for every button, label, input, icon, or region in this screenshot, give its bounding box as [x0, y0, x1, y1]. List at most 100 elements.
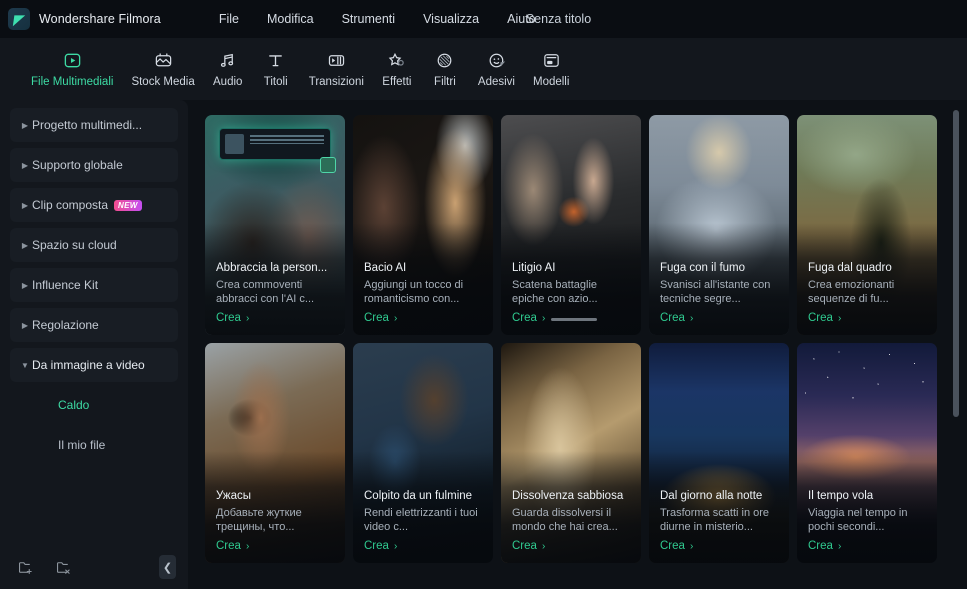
- card-create-label: Crea: [512, 540, 537, 552]
- card-title: Litigio AI: [512, 262, 556, 274]
- template-card[interactable]: Dissolvenza sabbiosa Guarda dissolversi …: [501, 343, 641, 563]
- media-play-frame-icon: [63, 48, 82, 72]
- app-title: Wondershare Filmora: [39, 12, 161, 26]
- toolbar-label: Adesivi: [477, 76, 515, 88]
- sidebar-item-da-immagine-a-video[interactable]: ▼ Da immagine a video: [10, 348, 178, 382]
- chevron-down-icon: ▼: [21, 360, 29, 370]
- sidebar-subitem-il-mio-file[interactable]: Il mio file: [10, 428, 178, 462]
- effects-star-icon: [387, 48, 406, 72]
- template-card[interactable]: Colpito da un fulmine Rendi elettrizzant…: [353, 343, 493, 563]
- sidebar-item-supporto-globale[interactable]: ▶ Supporto globale: [10, 148, 178, 182]
- card-text-block: Colpito da un fulmine Rendi elettrizzant…: [364, 490, 484, 552]
- card-grid-panel: Abbraccia la person... Crea commoventi a…: [188, 100, 967, 589]
- toolbar-label: Filtri: [434, 76, 456, 88]
- card-description: Svanisci all'istante con tecniche segre.…: [660, 279, 771, 305]
- template-card[interactable]: Il tempo vola Viaggia nel tempo in pochi…: [797, 343, 937, 563]
- card-text-block: Dissolvenza sabbiosa Guarda dissolversi …: [512, 490, 632, 552]
- card-text-block: Litigio AI Scatena battaglie epiche con …: [512, 262, 632, 324]
- toolbar-label: Transizioni: [308, 76, 364, 88]
- card-description: Crea commoventi abbracci con l'AI c...: [216, 279, 315, 305]
- sidebar-item-clip-composta[interactable]: ▶ Clip composta NEW: [10, 188, 178, 222]
- sidebar-item-label: Regolazione: [32, 318, 99, 332]
- sidebar-item-label: Spazio su cloud: [32, 238, 117, 252]
- filter-circle-icon: [435, 48, 454, 72]
- sidebar-item-influence-kit[interactable]: ▶ Influence Kit: [10, 268, 178, 302]
- template-card[interactable]: Fuga con il fumo Svanisci all'istante co…: [649, 115, 789, 335]
- toolbar-tab-stock-media[interactable]: Stock Media: [122, 45, 203, 88]
- card-title: Abbraccia la person...: [216, 262, 328, 274]
- title-bar: ◤ Wondershare Filmora File Modifica Stru…: [0, 0, 967, 38]
- card-title: Fuga con il fumo: [660, 262, 746, 274]
- scrollbar-thumb[interactable]: [953, 110, 959, 417]
- menu-item-aiuto[interactable]: Aiuto: [493, 8, 550, 30]
- toolbar-tab-effetti[interactable]: Effetti: [373, 45, 421, 88]
- card-create-label: Crea: [512, 312, 537, 324]
- music-note-icon: [218, 48, 237, 72]
- toolbar-tab-adesivi[interactable]: Adesivi: [469, 45, 524, 88]
- sidebar-collapse-button[interactable]: ❮: [159, 555, 176, 579]
- menu-item-strumenti[interactable]: Strumenti: [328, 8, 410, 30]
- card-text-block: Abbraccia la person... Crea commoventi a…: [216, 262, 336, 324]
- sidebar-item-label: Da immagine a video: [32, 358, 145, 372]
- chevron-right-icon: ›: [541, 540, 546, 552]
- card-text-block: Il tempo vola Viaggia nel tempo in pochi…: [808, 490, 928, 552]
- menu-item-visualizza[interactable]: Visualizza: [409, 8, 493, 30]
- chevron-right-icon: ▶: [21, 200, 29, 210]
- chevron-right-icon: ›: [837, 312, 842, 324]
- toolbar-label: Stock Media: [131, 76, 195, 88]
- toolbar-tab-transizioni[interactable]: Transizioni: [300, 45, 373, 88]
- toolbar-tab-modelli[interactable]: Modelli: [524, 45, 578, 88]
- sidebar-item-progetto-multimediale[interactable]: ▶ Progetto multimedi...: [10, 108, 178, 142]
- sidebar-list: ▶ Progetto multimedi... ▶ Supporto globa…: [0, 100, 188, 462]
- card-create-link[interactable]: Crea ›: [216, 312, 336, 324]
- card-create-link[interactable]: Crea ›: [216, 540, 336, 552]
- card-description: Crea emozionanti sequenze di fu...: [808, 279, 895, 305]
- toolbar-tab-titoli[interactable]: Titoli: [252, 45, 300, 88]
- card-description: Добавьте жуткие трещины, что...: [216, 507, 302, 533]
- card-create-link[interactable]: Crea ›: [512, 312, 632, 324]
- content-scrollbar[interactable]: [953, 110, 959, 579]
- folder-remove-icon[interactable]: [50, 554, 76, 580]
- templates-icon: [542, 48, 561, 72]
- template-card[interactable]: Fuga dal quadro Crea emozionanti sequenz…: [797, 115, 937, 335]
- card-create-link[interactable]: Crea ›: [364, 312, 484, 324]
- sidebar-item-label: Influence Kit: [32, 278, 99, 292]
- template-card[interactable]: Bacio AI Aggiungi un tocco di romanticis…: [353, 115, 493, 335]
- sidebar-subitem-caldo[interactable]: Caldo: [10, 388, 178, 422]
- transition-icon: [327, 48, 346, 72]
- folder-add-icon[interactable]: [12, 554, 38, 580]
- menu-item-file[interactable]: File: [205, 8, 253, 30]
- card-create-link[interactable]: Crea ›: [512, 540, 632, 552]
- card-title: Dissolvenza sabbiosa: [512, 490, 624, 502]
- toolbar-label: Modelli: [532, 76, 570, 88]
- card-create-link[interactable]: Crea ›: [660, 540, 780, 552]
- main-toolbar: File Multimediali Stock Media Audio Tito…: [0, 38, 967, 100]
- sidebar-item-regolazione[interactable]: ▶ Regolazione: [10, 308, 178, 342]
- card-description: Guarda dissolversi il mondo che hai crea…: [512, 507, 618, 533]
- card-create-link[interactable]: Crea ›: [808, 312, 928, 324]
- card-title: Il tempo vola: [808, 490, 874, 502]
- sidebar: ▶ Progetto multimedi... ▶ Supporto globa…: [0, 100, 188, 589]
- chevron-right-icon: ›: [541, 312, 546, 324]
- toolbar-tab-audio[interactable]: Audio: [204, 45, 252, 88]
- card-description: Rendi elettrizzanti i tuoi video c...: [364, 507, 478, 533]
- card-text-block: Fuga dal quadro Crea emozionanti sequenz…: [808, 262, 928, 324]
- menu-item-modifica[interactable]: Modifica: [253, 8, 328, 30]
- template-card[interactable]: Litigio AI Scatena battaglie epiche con …: [501, 115, 641, 335]
- template-card[interactable]: Dal giorno alla notte Trasforma scatti i…: [649, 343, 789, 563]
- toolbar-tab-file-multimediali[interactable]: File Multimediali: [22, 45, 122, 88]
- chevron-right-icon: ▶: [21, 160, 29, 170]
- sidebar-item-spazio-su-cloud[interactable]: ▶ Spazio su cloud: [10, 228, 178, 262]
- sidebar-footer: ❮: [0, 545, 188, 589]
- chevron-right-icon: ›: [689, 540, 694, 552]
- toolbar-label: Audio: [213, 76, 243, 88]
- toolbar-label: File Multimediali: [31, 76, 114, 88]
- toolbar-tab-filtri[interactable]: Filtri: [421, 45, 469, 88]
- filmora-logo-icon: ◤: [8, 8, 30, 30]
- card-create-link[interactable]: Crea ›: [364, 540, 484, 552]
- card-description: Scatena battaglie epiche con azio...: [512, 279, 598, 305]
- card-create-link[interactable]: Crea ›: [808, 540, 928, 552]
- template-card[interactable]: Ужасы Добавьте жуткие трещины, что... Cr…: [205, 343, 345, 563]
- template-card[interactable]: Abbraccia la person... Crea commoventi a…: [205, 115, 345, 335]
- card-create-link[interactable]: Crea ›: [660, 312, 780, 324]
